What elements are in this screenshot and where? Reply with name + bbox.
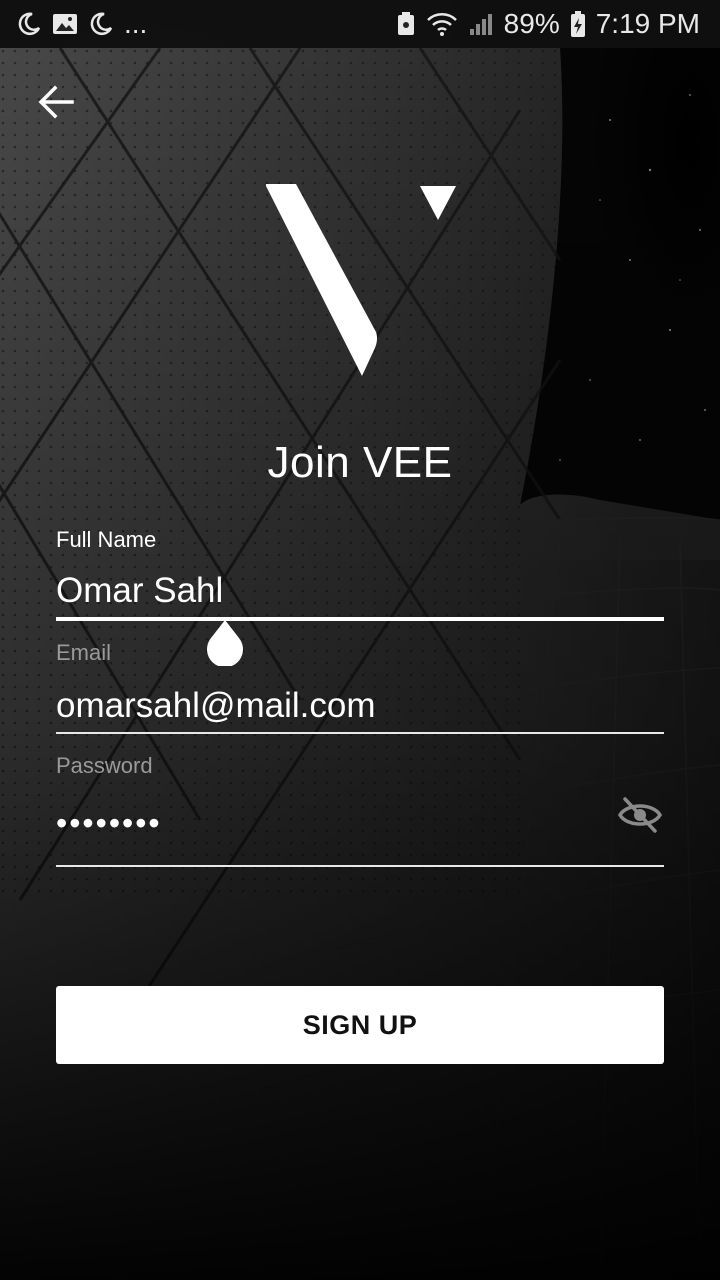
gallery-icon [52, 12, 78, 36]
password-input[interactable] [56, 795, 664, 851]
email-input[interactable] [56, 680, 664, 732]
wifi-icon [426, 11, 458, 37]
status-time: 7:19 PM [595, 8, 700, 39]
status-right: 89% 7:19 PM [396, 8, 700, 40]
status-left: ... [16, 8, 147, 40]
arrow-left-icon [38, 85, 74, 124]
battery-percent: 89% [503, 8, 560, 39]
battery-charging-icon [570, 10, 586, 38]
email-field: Email [56, 640, 664, 734]
moon-icon [88, 11, 114, 37]
full-name-underline [56, 617, 664, 621]
password-visibility-toggle[interactable] [616, 793, 664, 841]
email-underline [56, 732, 664, 734]
password-label: Password [56, 753, 153, 778]
moon-icon [16, 11, 42, 37]
full-name-field: Full Name [56, 527, 664, 621]
full-name-label: Full Name [56, 527, 157, 552]
status-bar: ... 89% 7:19 PM [0, 0, 720, 48]
password-field: Password [56, 753, 664, 867]
status-more: ... [124, 8, 148, 39]
email-label: Email [56, 640, 112, 665]
full-name-input[interactable] [56, 565, 664, 617]
nfc-icon [396, 11, 416, 37]
signup-button[interactable]: SIGN UP [56, 986, 664, 1064]
vee-logo [266, 184, 456, 376]
page-title: Join VEE [267, 438, 453, 487]
back-button[interactable] [32, 80, 80, 128]
password-underline [56, 865, 664, 867]
signup-screen: ... 89% 7:19 PM Join VEE Full Name Omar … [0, 0, 720, 1280]
signal-icon [468, 11, 494, 37]
eye-off-icon [617, 795, 663, 840]
